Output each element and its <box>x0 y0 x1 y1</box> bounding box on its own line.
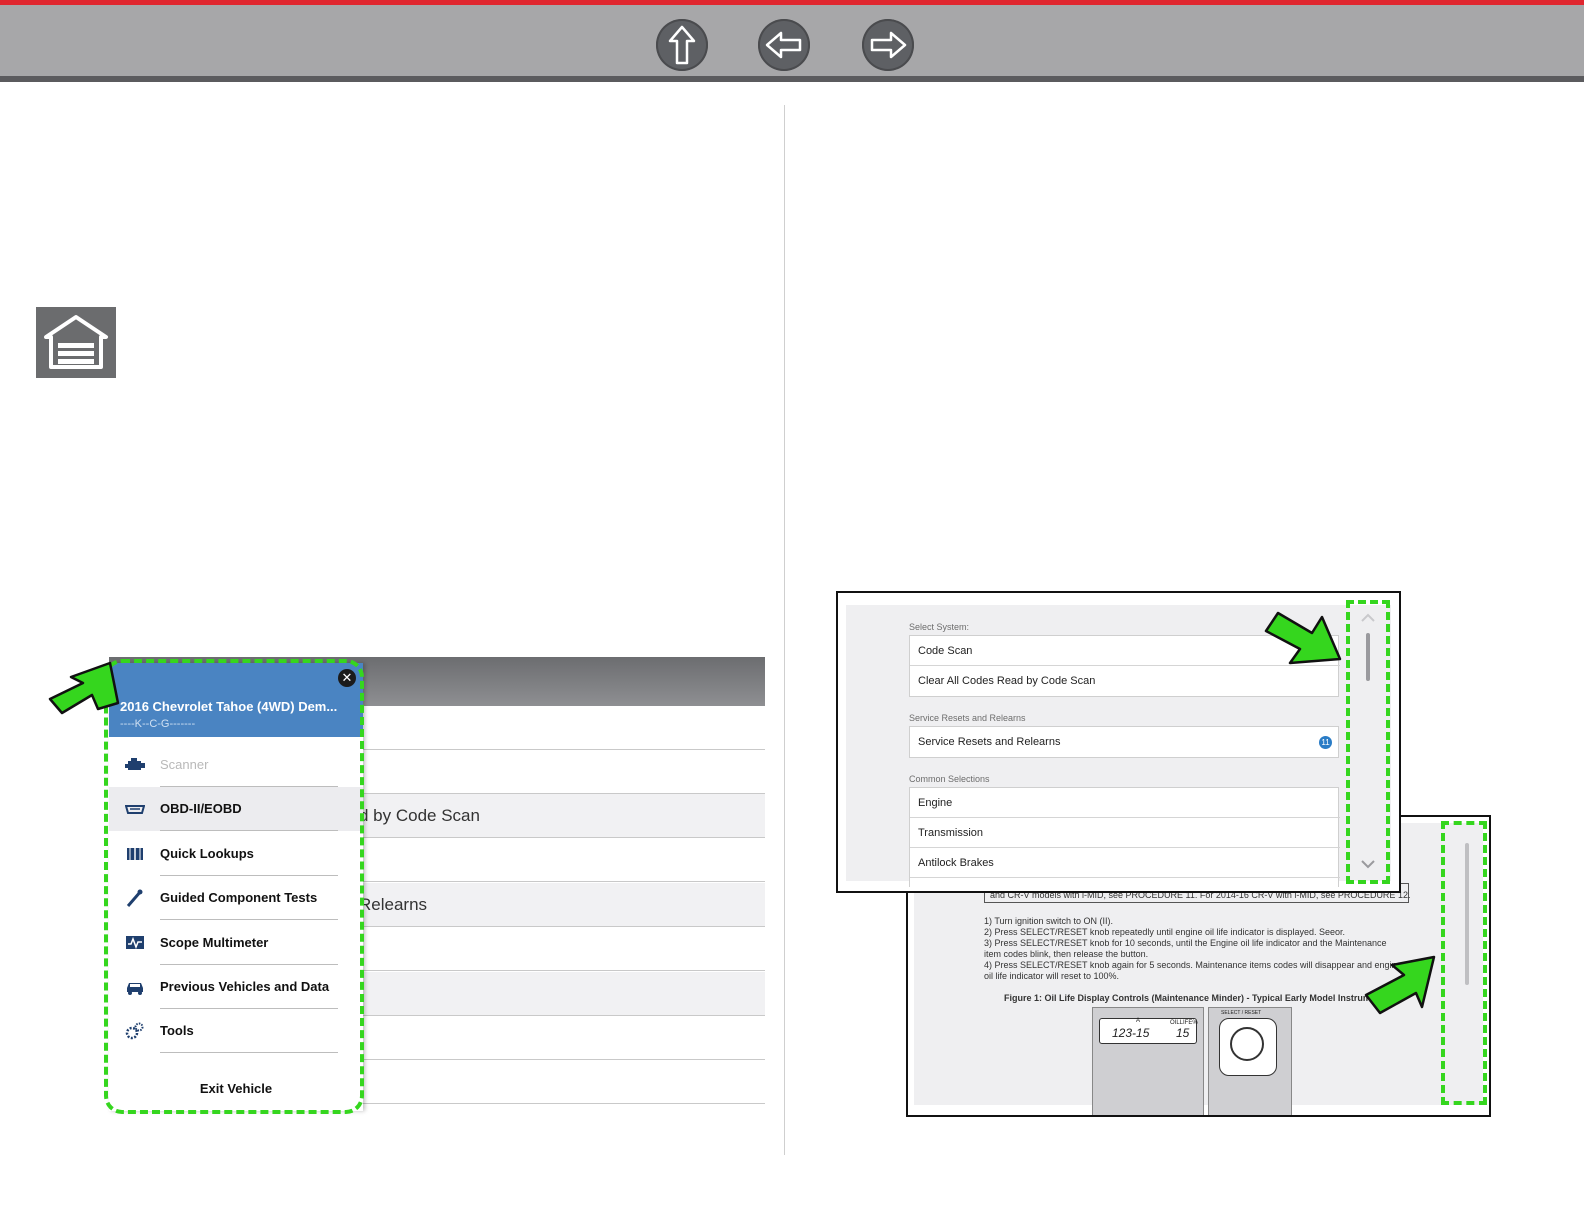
list-item-engine[interactable]: Engine <box>910 788 1340 818</box>
list-item-antilock-brakes[interactable]: Antilock Brakes <box>910 848 1340 878</box>
forward-button[interactable] <box>862 19 914 71</box>
knob-icon <box>1230 1027 1264 1061</box>
list-item-label: Clear All Codes Read by Code Scan <box>918 675 1096 687</box>
column-divider <box>784 105 785 1155</box>
document-line: 1) Turn ignition switch to ON (II). <box>984 916 1114 926</box>
odometer-reading: 123-15 <box>1112 1026 1150 1040</box>
count-badge: 11 <box>1319 736 1332 749</box>
highlight-box <box>1346 600 1390 884</box>
garage-home-icon <box>36 307 116 378</box>
highlight-box <box>1441 821 1487 1105</box>
row-text: d by Code Scan <box>359 806 480 825</box>
list-item-label: Transmission <box>918 827 983 839</box>
document-line: item codes blink, then release the butto… <box>984 949 1149 959</box>
service-resets-list: Service Resets and Relearns 11 <box>909 726 1339 758</box>
section-label: Select System: <box>909 622 970 632</box>
list-item-transmission[interactable]: Transmission <box>910 818 1340 848</box>
document-line: oil life indicator will reset to 100%. <box>984 971 1120 981</box>
highlight-box <box>104 659 364 1114</box>
section-label: Common Selections <box>909 774 990 784</box>
up-button[interactable] <box>656 19 708 71</box>
callout-arrow-icon <box>1364 955 1436 1015</box>
display-figure: A OILLIFE% 123-15 15 <box>1092 1007 1204 1115</box>
up-arrow-icon <box>668 25 696 65</box>
odometer-display: A OILLIFE% 123-15 15 <box>1099 1018 1198 1044</box>
oil-life-value: 15 <box>1176 1026 1190 1040</box>
document-line: 4) Press SELECT/RESET knob again for 5 s… <box>984 960 1402 970</box>
knob-label: SELECT / RESET <box>1221 1010 1262 1016</box>
document-line: 2) Press SELECT/RESET knob repeatedly un… <box>984 927 1346 937</box>
knob-figure: SELECT / RESET <box>1208 1007 1292 1115</box>
common-selections-list: Engine Transmission Antilock Brakes <box>909 787 1340 887</box>
list-item-service-resets[interactable]: Service Resets and Relearns 11 <box>910 727 1340 757</box>
figure-caption: Figure 1: Oil Life Display Controls (Mai… <box>1004 993 1385 1003</box>
list-item-label: Engine <box>918 797 953 809</box>
trip-label: A <box>1136 1018 1141 1024</box>
list-item-label: Antilock Brakes <box>918 857 994 869</box>
callout-arrow-icon <box>48 661 120 715</box>
back-button[interactable] <box>758 19 810 71</box>
list-item-label: Service Resets and Relearns <box>918 736 1061 748</box>
back-arrow-icon <box>765 31 802 59</box>
forward-arrow-icon <box>870 31 907 59</box>
document-line: 3) Press SELECT/RESET knob for 10 second… <box>984 938 1387 948</box>
list-item-label: Code Scan <box>918 645 973 657</box>
section-label: Service Resets and Relearns <box>909 713 1026 723</box>
top-toolbar <box>0 0 1584 82</box>
knob-callout <box>1219 1018 1277 1076</box>
row-text: Relearns <box>359 895 428 914</box>
callout-arrow-icon <box>1264 611 1342 665</box>
